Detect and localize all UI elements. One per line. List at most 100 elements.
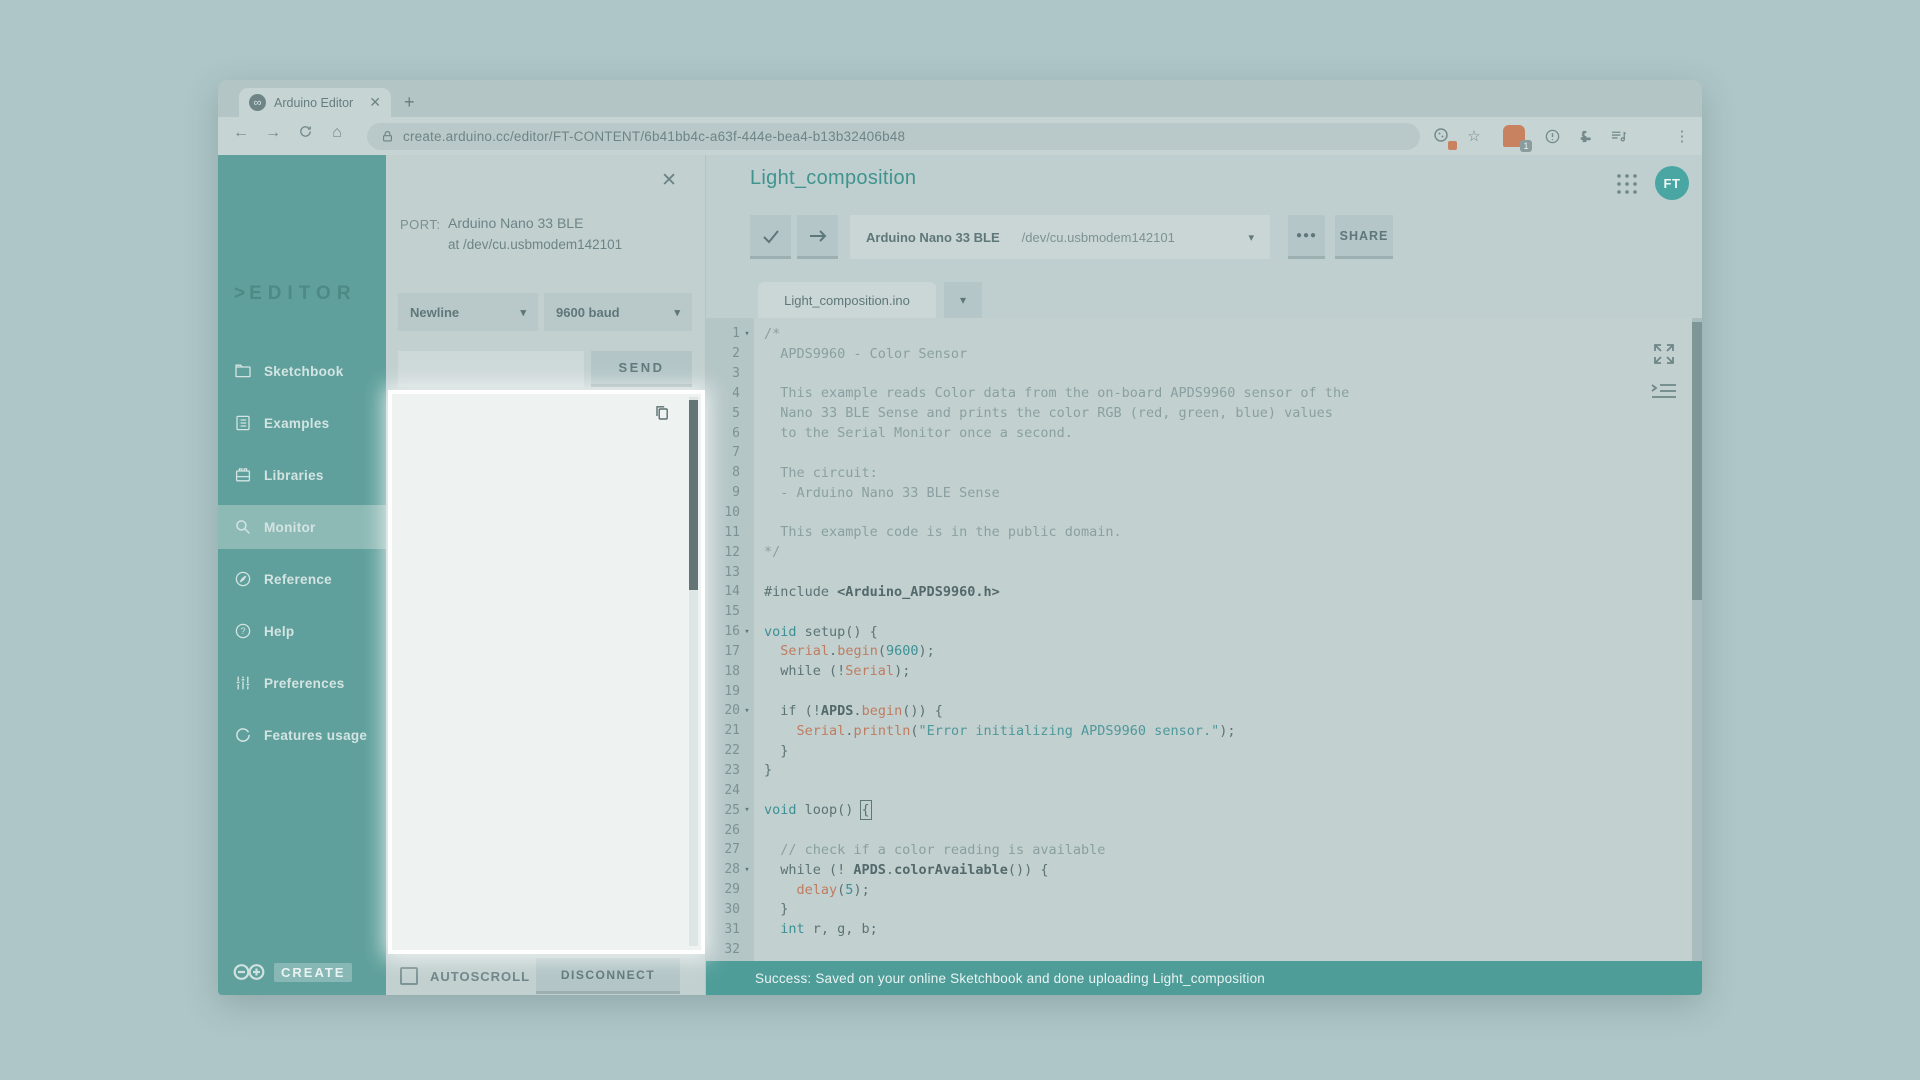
code-line[interactable]: 9 - Arduino Nano 33 BLE Sense [706, 483, 1702, 503]
sidebar-item[interactable]: Sketchbook [218, 349, 386, 393]
code-line[interactable]: 22 } [706, 741, 1702, 761]
fullscreen-expand-icon[interactable] [1650, 340, 1678, 368]
code-line[interactable]: 8 The circuit: [706, 463, 1702, 483]
fold-arrow-icon[interactable]: ▾ [740, 706, 754, 716]
code-line[interactable]: 29 delay(5); [706, 880, 1702, 900]
serial-monitor-output[interactable] [389, 391, 704, 953]
fold-arrow-icon[interactable]: ▾ [740, 627, 754, 637]
serial-output-line [405, 727, 701, 742]
code-line[interactable]: 31 int r, g, b; [706, 919, 1702, 939]
sidebar-item[interactable]: Preferences [218, 661, 386, 705]
code-line[interactable]: 26 [706, 820, 1702, 840]
code-line[interactable]: 15 [706, 602, 1702, 622]
sidebar-item[interactable]: Reference [218, 557, 386, 601]
close-icon[interactable]: ✕ [661, 169, 677, 192]
forward-icon[interactable]: → [262, 124, 284, 142]
sidebar-item-label: Features usage [264, 728, 367, 743]
code-line[interactable]: 19 [706, 681, 1702, 701]
profile-icon[interactable]: 1 [1502, 124, 1526, 148]
autoscroll-checkbox[interactable] [400, 967, 418, 985]
code-line[interactable]: 28 ▾ while (! APDS.colorAvailable()) { [706, 860, 1702, 880]
more-options-button[interactable]: ●●● [1288, 215, 1325, 259]
code-line[interactable]: 27 // check if a color reading is availa… [706, 840, 1702, 860]
share-button[interactable]: SHARE [1335, 215, 1393, 259]
address-bar[interactable]: create.arduino.cc/editor/FT-CONTENT/6b41… [367, 123, 1420, 150]
editor-main: Light_composition Arduino Nano 33 BLE /d… [706, 155, 1702, 995]
code-line[interactable]: 24 [706, 780, 1702, 800]
code-line[interactable]: 1 ▾ /* [706, 324, 1702, 344]
line-number: 8 [706, 465, 740, 480]
sidebar-item[interactable]: Examples [218, 401, 386, 445]
cookie-blocked-icon[interactable] [1430, 124, 1454, 148]
code-line[interactable]: 7 [706, 443, 1702, 463]
upload-button[interactable] [797, 215, 838, 259]
serial-output-line [405, 815, 701, 830]
file-tab[interactable]: Light_composition.ino [758, 282, 936, 318]
alert-info-icon[interactable] [1540, 124, 1564, 148]
console-panel-icon[interactable] [1650, 380, 1678, 404]
serial-output-line [405, 712, 701, 727]
code-text: Nano 33 BLE Sense and prints the color R… [764, 405, 1333, 421]
serial-message-input[interactable] [398, 351, 584, 387]
code-line[interactable]: 18 while (!Serial); [706, 661, 1702, 681]
line-number: 25 [706, 803, 740, 818]
fold-arrow-icon[interactable]: ▾ [740, 865, 754, 875]
sidebar-item[interactable]: ? Help [218, 609, 386, 653]
code-line[interactable]: 11 This example code is in the public do… [706, 522, 1702, 542]
extensions-puzzle-icon[interactable] [1572, 124, 1596, 148]
sidebar-item[interactable]: Libraries [218, 453, 386, 497]
code-line[interactable]: 21 Serial.println("Error initializing AP… [706, 721, 1702, 741]
copy-icon[interactable] [653, 404, 671, 422]
home-icon[interactable]: ⌂ [326, 124, 348, 142]
code-line[interactable]: 12 */ [706, 542, 1702, 562]
bookmark-star-icon[interactable]: ☆ [1462, 124, 1486, 148]
back-icon[interactable]: ← [230, 124, 252, 142]
code-line[interactable]: 10 [706, 503, 1702, 523]
reload-icon[interactable] [294, 124, 316, 144]
line-number: 12 [706, 545, 740, 560]
board-select[interactable]: Arduino Nano 33 BLE /dev/cu.usbmodem1421… [850, 215, 1270, 259]
reading-list-icon[interactable] [1606, 124, 1630, 148]
editor-scrollbar-thumb[interactable] [1692, 322, 1702, 600]
send-button[interactable]: SEND [591, 351, 692, 387]
apps-grid-icon[interactable] [1615, 172, 1639, 196]
fold-arrow-icon[interactable]: ▾ [740, 805, 754, 815]
code-line[interactable]: 17 Serial.begin(9600); [706, 642, 1702, 662]
code-line[interactable]: 16 ▾ void setup() { [706, 622, 1702, 642]
code-line[interactable]: 4 This example reads Color data from the… [706, 384, 1702, 404]
new-tab-button[interactable]: + [404, 90, 415, 114]
code-line[interactable]: 3 [706, 364, 1702, 384]
code-lines: 1 ▾ /* 2 APDS9960 - Color Sensor 3 [706, 324, 1702, 959]
code-line[interactable]: 30 } [706, 899, 1702, 919]
sidebar-item[interactable]: Monitor [218, 505, 386, 549]
serial-scrollbar-thumb[interactable] [689, 400, 698, 590]
code-text: } [764, 762, 772, 778]
code-text: */ [764, 544, 780, 560]
code-line[interactable]: 2 APDS9960 - Color Sensor [706, 344, 1702, 364]
editor-scrollbar[interactable] [1692, 318, 1702, 961]
code-line[interactable]: 13 [706, 562, 1702, 582]
code-line[interactable]: 23 } [706, 761, 1702, 781]
code-editor[interactable]: 1 ▾ /* 2 APDS9960 - Color Sensor 3 [706, 318, 1702, 961]
fold-arrow-icon[interactable]: ▾ [740, 329, 754, 339]
user-avatar[interactable]: FT [1655, 166, 1689, 200]
tab-close-icon[interactable]: ✕ [367, 94, 383, 111]
line-ending-select[interactable]: Newline ▾ [398, 293, 538, 331]
code-line[interactable]: 32 [706, 939, 1702, 959]
verify-button[interactable] [750, 215, 791, 259]
browser-tab[interactable]: ∞ Arduino Editor ✕ [239, 88, 391, 117]
sidebar-item-label: Examples [264, 416, 329, 431]
code-text: } [764, 901, 788, 917]
code-line[interactable]: 6 to the Serial Monitor once a second. [706, 423, 1702, 443]
code-line[interactable]: 20 ▾ if (!APDS.begin()) { [706, 701, 1702, 721]
browser-menu-icon[interactable]: ⋮ [1670, 124, 1694, 148]
disconnect-button[interactable]: DISCONNECT [536, 958, 680, 994]
file-tab-menu-button[interactable]: ▾ [944, 282, 982, 318]
code-line[interactable]: 14 #include <Arduino_APDS9960.h> [706, 582, 1702, 602]
serial-scrollbar[interactable] [689, 397, 698, 946]
baud-rate-select[interactable]: 9600 baud ▾ [544, 293, 692, 331]
arduino-create-logo[interactable]: CREATE [232, 961, 352, 983]
code-line[interactable]: 5 Nano 33 BLE Sense and prints the color… [706, 403, 1702, 423]
sidebar-item[interactable]: Features usage [218, 713, 386, 757]
code-line[interactable]: 25 ▾ void loop() { [706, 800, 1702, 820]
